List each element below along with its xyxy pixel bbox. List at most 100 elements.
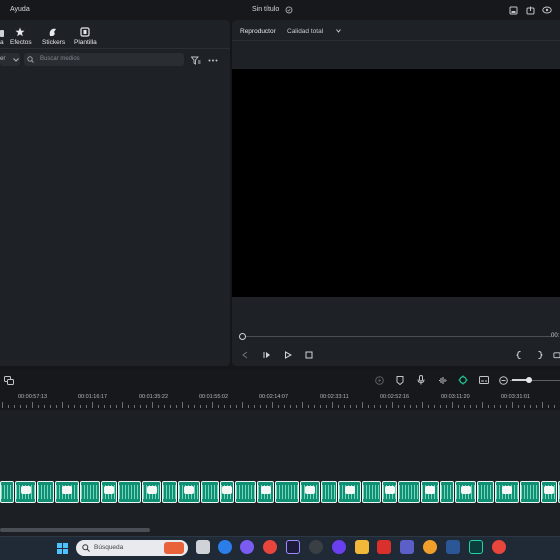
menu-help[interactable]: Ayuda bbox=[10, 6, 30, 13]
browser-app-icon[interactable] bbox=[423, 540, 437, 554]
ruler-tick bbox=[104, 405, 105, 408]
audio-clip[interactable] bbox=[0, 481, 14, 503]
audio-clip[interactable] bbox=[80, 481, 100, 503]
audio-clip[interactable] bbox=[142, 481, 161, 503]
timeline-tracks[interactable] bbox=[0, 410, 560, 536]
audio-clip[interactable] bbox=[495, 481, 519, 503]
audio-clip[interactable] bbox=[300, 481, 320, 503]
track-manager-icon[interactable] bbox=[4, 375, 14, 385]
ai-tools-icon[interactable] bbox=[457, 375, 468, 385]
filter-icon[interactable] bbox=[191, 55, 201, 65]
play-frame-icon[interactable] bbox=[262, 350, 272, 360]
player-tab-label[interactable]: Reproductor bbox=[240, 28, 276, 35]
mega-app-icon[interactable] bbox=[377, 540, 391, 554]
audio-waveform bbox=[163, 485, 176, 499]
audio-waveform bbox=[81, 485, 99, 499]
audio-clip[interactable] bbox=[455, 481, 476, 503]
audio-clip[interactable] bbox=[118, 481, 141, 503]
microphone-icon[interactable] bbox=[416, 375, 426, 385]
chrome-icon[interactable] bbox=[263, 540, 277, 554]
ruler-tick bbox=[338, 405, 339, 408]
copilot-icon[interactable] bbox=[240, 540, 254, 554]
audio-clip[interactable] bbox=[37, 481, 54, 503]
audio-clip[interactable] bbox=[321, 481, 337, 503]
audio-waveform bbox=[119, 485, 140, 499]
audio-clip[interactable] bbox=[220, 481, 234, 503]
cloud-status-icon bbox=[284, 5, 294, 15]
audio-mix-icon[interactable] bbox=[437, 375, 447, 385]
preview-eye-icon[interactable] bbox=[542, 5, 552, 15]
audio-clip[interactable] bbox=[541, 481, 557, 503]
audio-clip[interactable] bbox=[477, 481, 494, 503]
audio-clip[interactable] bbox=[55, 481, 79, 503]
premiere-icon[interactable] bbox=[286, 540, 300, 554]
audio-clip[interactable] bbox=[338, 481, 361, 503]
quality-dropdown[interactable]: Calidad total bbox=[284, 25, 344, 37]
more-options-icon[interactable] bbox=[207, 55, 219, 65]
audio-clip[interactable] bbox=[382, 481, 397, 503]
ruler-tick bbox=[464, 405, 465, 408]
ruler-tick bbox=[92, 402, 93, 408]
subtitles-icon[interactable] bbox=[478, 375, 489, 385]
media-tab-partial-label[interactable]: a bbox=[0, 39, 4, 46]
chrome-profile-icon[interactable] bbox=[492, 540, 506, 554]
audio-clip[interactable] bbox=[520, 481, 540, 503]
save-icon[interactable] bbox=[508, 5, 518, 15]
ruler-tick bbox=[386, 405, 387, 408]
audio-clip[interactable] bbox=[15, 481, 36, 503]
playback-scrubber[interactable] bbox=[242, 336, 552, 337]
ruler-tick bbox=[440, 405, 441, 408]
search-icon bbox=[27, 56, 34, 63]
audio-clip[interactable] bbox=[421, 481, 439, 503]
stop-icon[interactable] bbox=[304, 350, 314, 360]
zoom-slider-handle[interactable] bbox=[526, 377, 532, 383]
media-tab-partial-icon[interactable] bbox=[0, 30, 4, 37]
audio-clip[interactable] bbox=[178, 481, 200, 503]
audio-clip[interactable] bbox=[201, 481, 219, 503]
audio-clip[interactable] bbox=[275, 481, 299, 503]
media-filter-dropdown[interactable]: er bbox=[0, 53, 20, 66]
previous-frame-icon[interactable] bbox=[240, 350, 250, 360]
render-preview-icon[interactable] bbox=[374, 375, 384, 385]
timeline-ruler[interactable]: 00:00:57:13 00:01:16:17 00:01:35:22 00:0… bbox=[0, 390, 560, 410]
file-explorer-icon[interactable] bbox=[355, 540, 369, 554]
task-view-icon[interactable] bbox=[196, 540, 210, 554]
audio-waveform bbox=[363, 485, 380, 499]
ruler-tick bbox=[74, 405, 75, 408]
timeline-scrollbar[interactable] bbox=[0, 528, 150, 532]
audio-clip[interactable] bbox=[257, 481, 274, 503]
media-search-input[interactable]: Buscar medios bbox=[24, 53, 184, 66]
audio-clip[interactable] bbox=[101, 481, 117, 503]
playhead-handle[interactable] bbox=[239, 333, 246, 340]
snapshot-icon[interactable] bbox=[553, 350, 560, 360]
audio-clip[interactable] bbox=[398, 481, 420, 503]
audio-clip[interactable] bbox=[440, 481, 454, 503]
tab-stickers[interactable]: Stickers bbox=[40, 24, 66, 48]
export-icon[interactable] bbox=[525, 5, 535, 15]
audio-clip[interactable] bbox=[162, 481, 177, 503]
ruler-tick bbox=[230, 405, 231, 408]
audio-clip[interactable] bbox=[235, 481, 256, 503]
mark-in-icon[interactable] bbox=[514, 350, 524, 360]
app-circle-icon[interactable] bbox=[332, 540, 346, 554]
tab-template[interactable]: Plantilla bbox=[72, 24, 98, 48]
audio-clip[interactable] bbox=[362, 481, 381, 503]
obs-icon[interactable] bbox=[309, 540, 323, 554]
play-icon[interactable] bbox=[283, 350, 293, 360]
clip-badge-icon bbox=[104, 486, 114, 494]
filmora-icon[interactable] bbox=[469, 540, 483, 554]
ruler-tick bbox=[20, 405, 21, 408]
mark-out-icon[interactable] bbox=[535, 350, 545, 360]
zoom-out-icon[interactable] bbox=[498, 375, 508, 385]
taskbar-search-input[interactable]: Búsqueda bbox=[76, 540, 188, 556]
video-preview[interactable] bbox=[232, 69, 560, 297]
audio-track[interactable] bbox=[0, 480, 560, 504]
ruler-timestamp: 00:02:33:11 bbox=[320, 394, 349, 400]
word-icon[interactable] bbox=[446, 540, 460, 554]
teams-icon[interactable] bbox=[400, 540, 414, 554]
windows-start-icon[interactable] bbox=[56, 542, 68, 554]
marker-icon[interactable] bbox=[395, 375, 405, 385]
clip-badge-icon bbox=[260, 486, 271, 494]
tab-effects[interactable]: Efectos bbox=[8, 24, 32, 48]
edge-icon[interactable] bbox=[218, 540, 232, 554]
